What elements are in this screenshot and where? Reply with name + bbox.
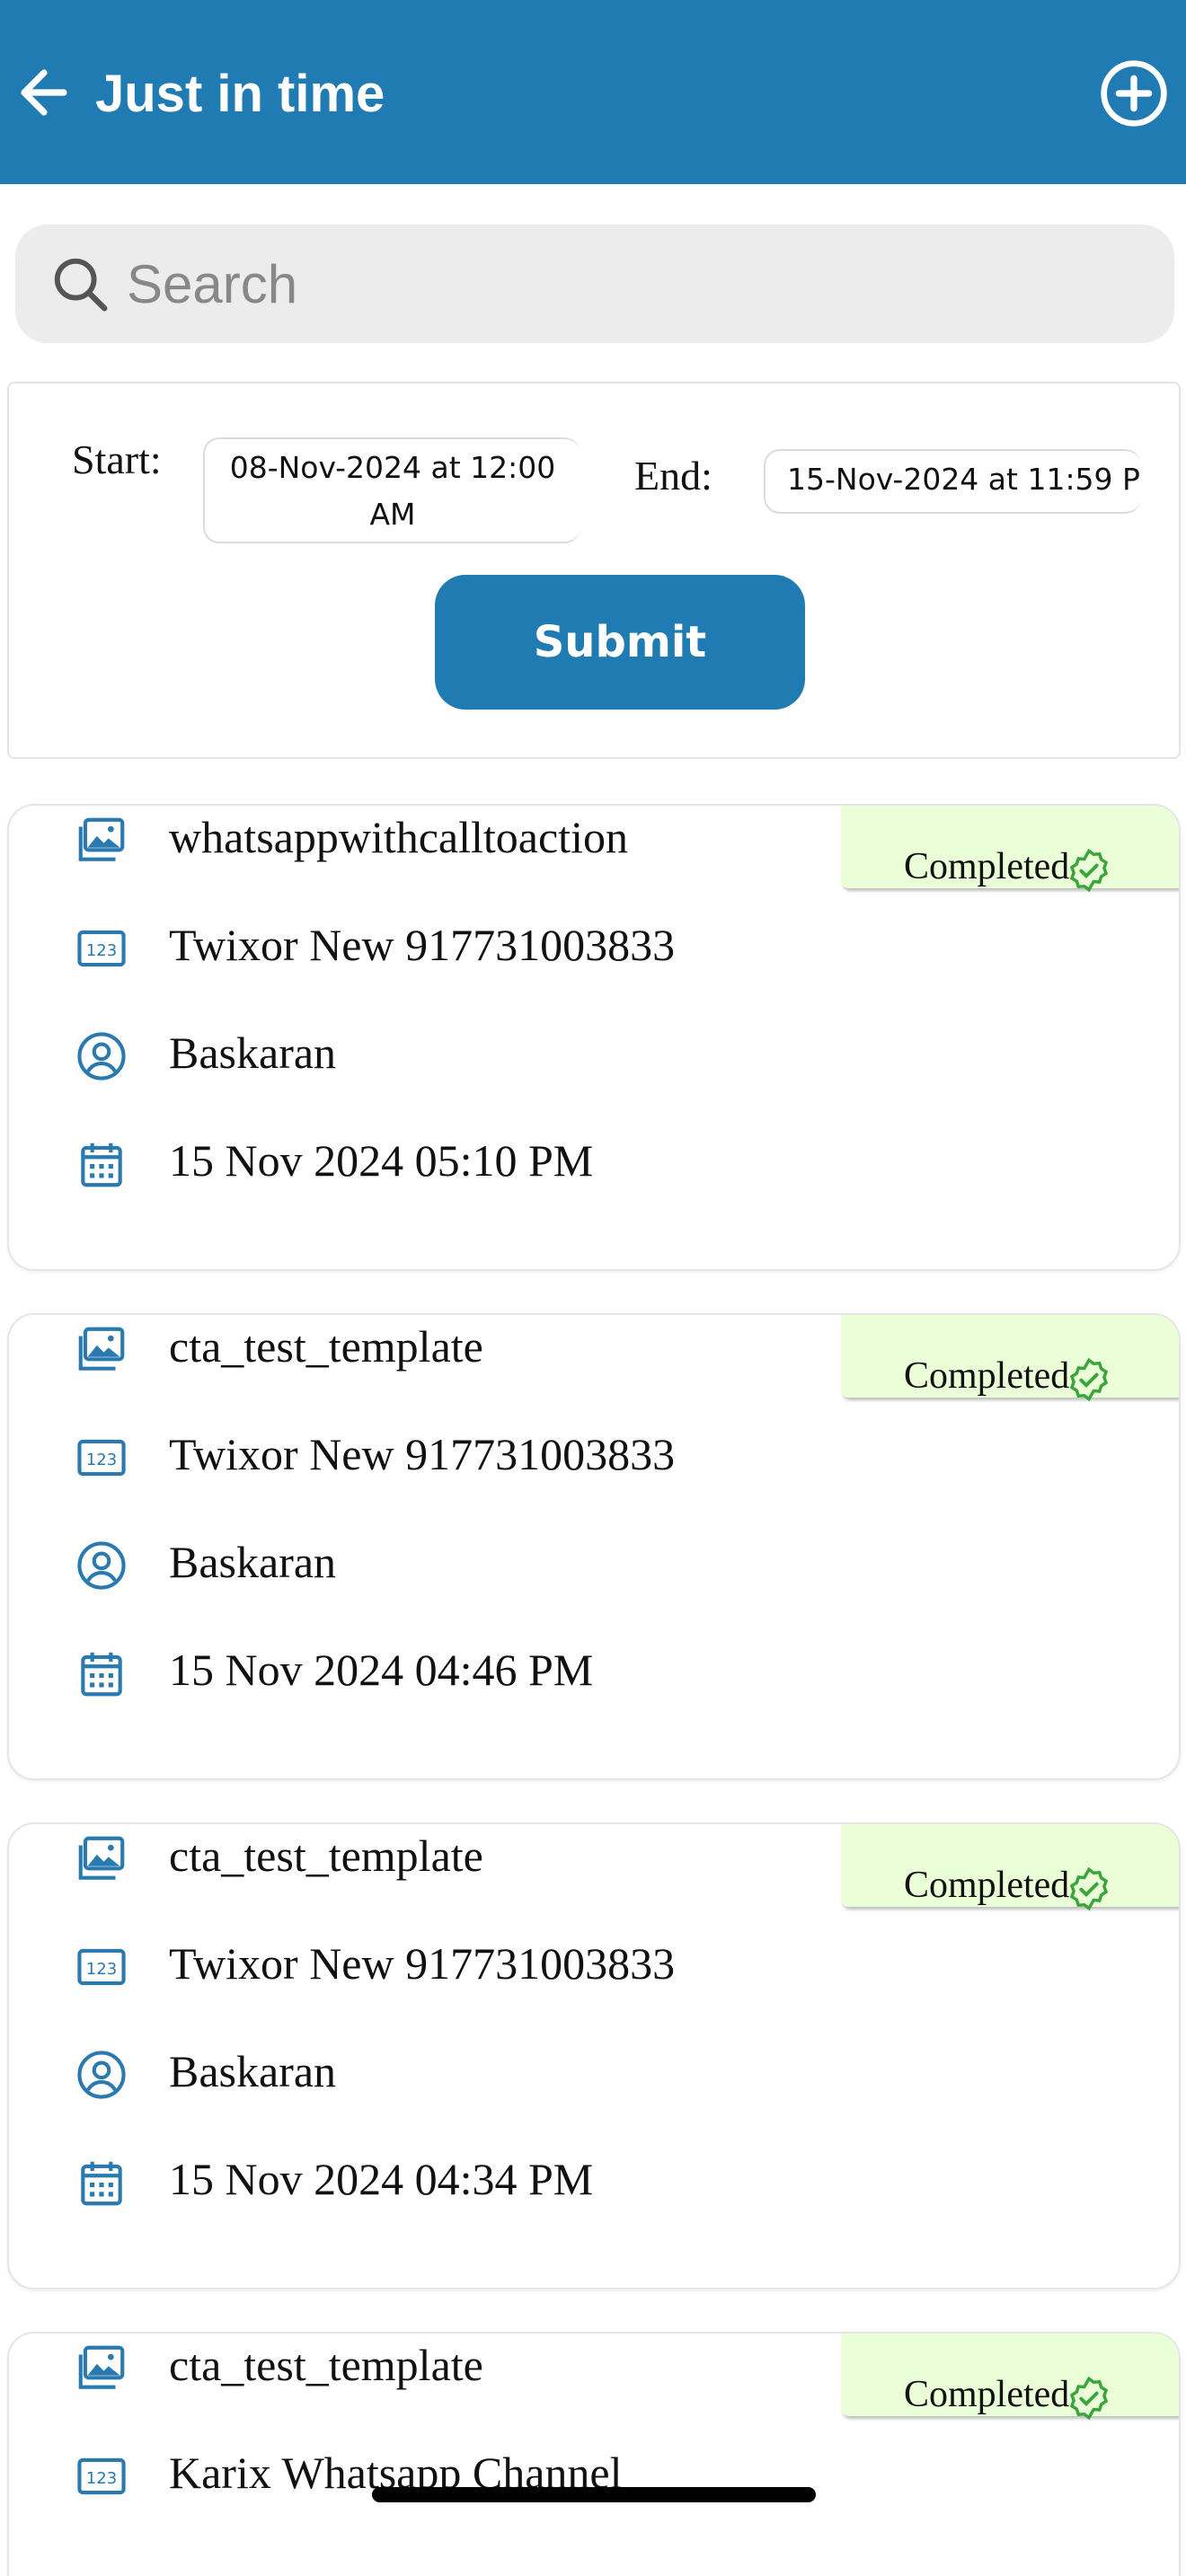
date-row: 15 Nov 2024 04:46 PM	[9, 1638, 818, 1710]
template-name: cta_test_template	[169, 2340, 483, 2390]
channel-name: Twixor New 917731003833	[169, 1429, 676, 1479]
user-circle-icon	[77, 2051, 126, 2099]
svg-text:123: 123	[86, 1451, 118, 1469]
date-filter-panel: Start: 08-Nov-2024 at 12:00 AM End: 15-N…	[7, 382, 1181, 759]
calendar-icon	[81, 2161, 122, 2206]
status-badge: Completed	[841, 1315, 1179, 1402]
user-row: Baskaran	[9, 1021, 818, 1093]
user-circle-icon	[77, 1032, 126, 1081]
template-name: whatsappwithcalltoaction	[169, 812, 628, 862]
plus-circle-icon[interactable]	[1098, 57, 1170, 129]
user-name: Baskaran	[169, 1028, 337, 1078]
page-title: Just in time	[95, 65, 385, 123]
template-row: whatsappwithcalltoaction	[9, 806, 818, 878]
end-label: End:	[634, 453, 712, 498]
template-row: cta_test_template	[9, 1315, 818, 1387]
status-badge: Completed	[841, 1824, 1179, 1911]
home-indicator[interactable]	[372, 2487, 816, 2502]
verified-check-icon	[1069, 1866, 1109, 1911]
svg-text:123: 123	[86, 1960, 118, 1979]
arrow-left-icon[interactable]	[14, 63, 74, 122]
number-123-icon: 123	[77, 930, 126, 967]
status-text: Completed	[904, 1865, 1070, 1906]
channel-row: 123 Twixor New 917731003833	[9, 1932, 818, 2004]
sent-date: 15 Nov 2024 04:46 PM	[169, 1645, 594, 1695]
number-123-icon: 123	[77, 1439, 126, 1477]
sent-date: 15 Nov 2024 04:34 PM	[169, 2154, 594, 2204]
user-circle-icon	[77, 1541, 126, 1590]
search-input[interactable]	[127, 244, 1133, 323]
template-row: cta_test_template	[9, 2333, 818, 2405]
image-gallery-icon	[78, 1836, 125, 1880]
calendar-icon	[81, 1142, 122, 1187]
start-date-field[interactable]: 08-Nov-2024 at 12:00 AM	[203, 437, 580, 543]
campaign-card[interactable]: cta_test_template 123 Twixor New 9177310…	[7, 1822, 1181, 2289]
channel-row: 123 Twixor New 917731003833	[9, 913, 818, 985]
channel-name: Twixor New 917731003833	[169, 920, 676, 970]
search-bar	[15, 225, 1174, 343]
date-row: 15 Nov 2024 04:34 PM	[9, 2148, 818, 2219]
sent-date: 15 Nov 2024 05:10 PM	[169, 1135, 594, 1186]
start-label: Start:	[72, 437, 162, 482]
app-header: Just in time	[0, 0, 1186, 184]
calendar-icon	[81, 1652, 122, 1697]
image-gallery-icon	[78, 1327, 125, 1371]
template-name: cta_test_template	[169, 1831, 483, 1881]
submit-button[interactable]: Submit	[435, 575, 805, 710]
status-badge: Completed	[841, 2333, 1179, 2421]
svg-text:123: 123	[86, 941, 118, 960]
channel-name: Twixor New 917731003833	[169, 1938, 676, 1989]
search-icon	[54, 258, 108, 312]
status-text: Completed	[904, 2374, 1070, 2415]
campaign-card[interactable]: cta_test_template 123 Twixor New 9177310…	[7, 1313, 1181, 1780]
user-name: Baskaran	[169, 1537, 337, 1587]
campaign-card[interactable]: cta_test_template 123 Karix Whatsapp Cha…	[7, 2332, 1181, 2576]
status-text: Completed	[904, 846, 1070, 887]
svg-text:123: 123	[86, 2469, 118, 2488]
channel-row: 123 Karix Whatsapp Channel	[9, 2441, 818, 2513]
number-123-icon: 123	[77, 2457, 126, 2495]
number-123-icon: 123	[77, 1948, 126, 1986]
user-name: Baskaran	[169, 2046, 337, 2096]
status-text: Completed	[904, 1355, 1070, 1397]
status-badge: Completed	[841, 806, 1179, 893]
campaign-card[interactable]: whatsappwithcalltoaction 123 Twixor New …	[7, 804, 1181, 1271]
end-date-field[interactable]: 15-Nov-2024 at 11:59 PM	[764, 449, 1141, 514]
template-row: cta_test_template	[9, 1824, 818, 1896]
user-row: Baskaran	[9, 1531, 818, 1602]
date-row: 15 Nov 2024 05:10 PM	[9, 1129, 818, 1201]
template-name: cta_test_template	[169, 1321, 483, 1372]
verified-check-icon	[1069, 1357, 1109, 1402]
verified-check-icon	[1069, 848, 1109, 893]
channel-row: 123 Twixor New 917731003833	[9, 1423, 818, 1495]
image-gallery-icon	[78, 817, 125, 861]
user-row: Baskaran	[9, 2040, 818, 2112]
image-gallery-icon	[78, 2345, 125, 2389]
verified-check-icon	[1069, 2376, 1109, 2421]
